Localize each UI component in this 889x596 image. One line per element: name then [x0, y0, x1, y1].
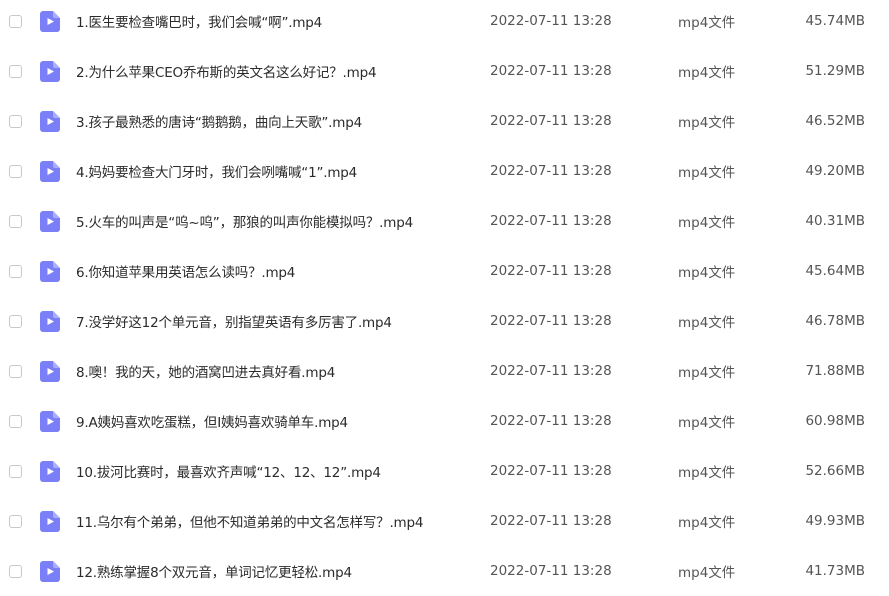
file-type: mp4文件: [678, 365, 736, 381]
file-date: 2022-07-11 13:28: [490, 563, 612, 579]
file-size: 49.20MB: [805, 163, 865, 179]
file-size: 60.98MB: [805, 413, 865, 429]
file-date: 2022-07-11 13:28: [490, 13, 612, 29]
file-row[interactable]: 3.孩子最熟悉的唐诗“鹅鹅鹅，曲向上天歌”.mp4 2022-07-11 13:…: [0, 96, 889, 146]
file-date: 2022-07-11 13:28: [490, 213, 612, 229]
file-name[interactable]: 10.拔河比赛时，最喜欢齐声喊“12、12、12”.mp4: [76, 461, 381, 481]
video-file-icon: [40, 360, 60, 382]
file-size: 71.88MB: [805, 363, 865, 379]
file-row[interactable]: 9.A姨妈喜欢吃蛋糕，但I姨妈喜欢骑单车.mp4 2022-07-11 13:2…: [0, 396, 889, 446]
file-date: 2022-07-11 13:28: [490, 313, 612, 329]
file-size: 49.93MB: [805, 513, 865, 529]
file-date: 2022-07-11 13:28: [490, 113, 612, 129]
video-file-icon: [40, 410, 60, 432]
file-type: mp4文件: [678, 565, 736, 581]
file-list: 1.医生要检查嘴巴时，我们会喊“啊”.mp4 2022-07-11 13:28 …: [0, 0, 889, 584]
file-size: 45.74MB: [805, 13, 865, 29]
checkbox-icon[interactable]: [9, 164, 22, 178]
file-type: mp4文件: [678, 515, 736, 531]
file-row[interactable]: 8.噢！我的天，她的酒窝凹进去真好看.mp4 2022-07-11 13:28 …: [0, 346, 889, 396]
file-type: mp4文件: [678, 165, 736, 181]
file-row[interactable]: 4.妈妈要检查大门牙时，我们会咧嘴喊“1”.mp4 2022-07-11 13:…: [0, 146, 889, 196]
file-size: 45.64MB: [805, 263, 865, 279]
file-name[interactable]: 12.熟练掌握8个双元音，单词记忆更轻松.mp4: [76, 561, 352, 581]
file-date: 2022-07-11 13:28: [490, 63, 612, 79]
file-name[interactable]: 3.孩子最熟悉的唐诗“鹅鹅鹅，曲向上天歌”.mp4: [76, 111, 362, 131]
checkbox-icon[interactable]: [9, 264, 22, 278]
checkbox-icon[interactable]: [9, 414, 22, 428]
file-name[interactable]: 2.为什么苹果CEO乔布斯的英文名这么好记？.mp4: [76, 61, 377, 81]
file-name[interactable]: 7.没学好这12个单元音，别指望英语有多厉害了.mp4: [76, 311, 392, 331]
file-type: mp4文件: [678, 465, 736, 481]
file-type: mp4文件: [678, 315, 736, 331]
file-type: mp4文件: [678, 215, 736, 231]
checkbox-icon[interactable]: [9, 114, 22, 128]
checkbox-icon[interactable]: [9, 64, 22, 78]
checkbox-icon[interactable]: [9, 314, 22, 328]
file-row[interactable]: 11.乌尔有个弟弟，但他不知道弟弟的中文名怎样写？.mp4 2022-07-11…: [0, 496, 889, 546]
checkbox-icon[interactable]: [9, 464, 22, 478]
video-file-icon: [40, 310, 60, 332]
file-size: 40.31MB: [805, 213, 865, 229]
file-date: 2022-07-11 13:28: [490, 413, 612, 429]
file-size: 46.52MB: [805, 113, 865, 129]
video-file-icon: [40, 560, 60, 582]
file-type: mp4文件: [678, 115, 736, 131]
video-file-icon: [40, 160, 60, 182]
file-name[interactable]: 5.火车的叫声是“呜~呜”，那狼的叫声你能模拟吗？.mp4: [76, 211, 413, 231]
checkbox-icon[interactable]: [9, 564, 22, 578]
file-name[interactable]: 6.你知道苹果用英语怎么读吗？.mp4: [76, 261, 295, 281]
file-type: mp4文件: [678, 415, 736, 431]
file-date: 2022-07-11 13:28: [490, 363, 612, 379]
checkbox-icon[interactable]: [9, 14, 22, 28]
file-row[interactable]: 5.火车的叫声是“呜~呜”，那狼的叫声你能模拟吗？.mp4 2022-07-11…: [0, 196, 889, 246]
video-file-icon: [40, 10, 60, 32]
checkbox-icon[interactable]: [9, 514, 22, 528]
video-file-icon: [40, 460, 60, 482]
video-file-icon: [40, 60, 60, 82]
file-size: 51.29MB: [805, 63, 865, 79]
file-row[interactable]: 1.医生要检查嘴巴时，我们会喊“啊”.mp4 2022-07-11 13:28 …: [0, 0, 889, 46]
file-row[interactable]: 2.为什么苹果CEO乔布斯的英文名这么好记？.mp4 2022-07-11 13…: [0, 46, 889, 96]
file-row[interactable]: 12.熟练掌握8个双元音，单词记忆更轻松.mp4 2022-07-11 13:2…: [0, 546, 889, 596]
video-file-icon: [40, 110, 60, 132]
file-type: mp4文件: [678, 265, 736, 281]
video-file-icon: [40, 260, 60, 282]
file-size: 46.78MB: [805, 313, 865, 329]
file-date: 2022-07-11 13:28: [490, 463, 612, 479]
video-file-icon: [40, 510, 60, 532]
file-date: 2022-07-11 13:28: [490, 513, 612, 529]
file-name[interactable]: 11.乌尔有个弟弟，但他不知道弟弟的中文名怎样写？.mp4: [76, 511, 423, 531]
video-file-icon: [40, 210, 60, 232]
file-row[interactable]: 10.拔河比赛时，最喜欢齐声喊“12、12、12”.mp4 2022-07-11…: [0, 446, 889, 496]
file-type: mp4文件: [678, 15, 736, 31]
file-size: 52.66MB: [805, 463, 865, 479]
file-date: 2022-07-11 13:28: [490, 263, 612, 279]
file-name[interactable]: 1.医生要检查嘴巴时，我们会喊“啊”.mp4: [76, 11, 322, 31]
file-date: 2022-07-11 13:28: [490, 163, 612, 179]
file-row[interactable]: 7.没学好这12个单元音，别指望英语有多厉害了.mp4 2022-07-11 1…: [0, 296, 889, 346]
file-name[interactable]: 4.妈妈要检查大门牙时，我们会咧嘴喊“1”.mp4: [76, 161, 357, 181]
checkbox-icon[interactable]: [9, 364, 22, 378]
checkbox-icon[interactable]: [9, 214, 22, 228]
file-type: mp4文件: [678, 65, 736, 81]
file-row[interactable]: 6.你知道苹果用英语怎么读吗？.mp4 2022-07-11 13:28 mp4…: [0, 246, 889, 296]
file-size: 41.73MB: [805, 563, 865, 579]
file-name[interactable]: 8.噢！我的天，她的酒窝凹进去真好看.mp4: [76, 361, 335, 381]
file-name[interactable]: 9.A姨妈喜欢吃蛋糕，但I姨妈喜欢骑单车.mp4: [76, 411, 348, 431]
